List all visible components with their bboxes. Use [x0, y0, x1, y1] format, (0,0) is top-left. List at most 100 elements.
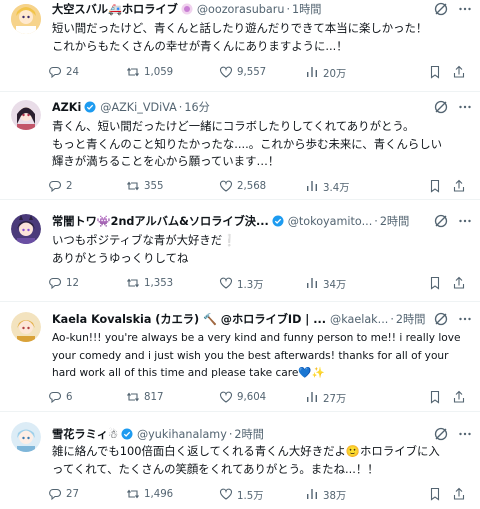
- like-button[interactable]: 9,604: [219, 390, 305, 404]
- display-name[interactable]: AZKi: [52, 101, 81, 114]
- heart-icon: [219, 180, 233, 192]
- tweet[interactable]: Kaela Kovalskia (カエラ) 🔨 @ホロライブID | ... @…: [0, 302, 480, 412]
- tweet-text: 雑に絡んでも100倍面白く返してくれる青くん大好きだよ🙂ホロライブに入 ってくれ…: [52, 443, 466, 478]
- display-name[interactable]: 大空スバル🚑ホロライブ: [52, 1, 178, 17]
- heart-icon: [219, 66, 233, 78]
- reply-button[interactable]: 27: [48, 487, 126, 501]
- grok-icon[interactable]: [434, 427, 448, 441]
- retweet-button[interactable]: 1,353: [126, 276, 219, 290]
- display-name[interactable]: Kaela Kovalskia (カエラ) 🔨 @ホロライブID | ...: [52, 311, 326, 327]
- avatar[interactable]: [11, 422, 41, 452]
- tweet-header: AZKi @AZKi_VDiVA · 16分: [52, 98, 472, 116]
- more-options-icon[interactable]: [458, 100, 472, 114]
- views-icon: [307, 278, 317, 288]
- tweet-feed: 大空スバル🚑ホロライブ @oozorasubaru · 1時間 短い間だったけど…: [0, 0, 480, 509]
- grok-icon[interactable]: [434, 100, 448, 114]
- view-count: 20万: [323, 68, 347, 80]
- retweet-count: 1,059: [144, 66, 174, 78]
- bookmark-icon[interactable]: [428, 390, 442, 404]
- views-button[interactable]: 27万: [305, 390, 385, 405]
- timestamp[interactable]: 2時間: [380, 213, 410, 229]
- views-button[interactable]: 38万: [305, 487, 385, 502]
- reply-button[interactable]: 2: [48, 179, 126, 193]
- share-icon[interactable]: [452, 65, 466, 79]
- tweet-actions: 6 817 9,604 27万: [48, 389, 466, 405]
- tweet[interactable]: AZKi @AZKi_VDiVA · 16分 青くん、短い間だったけど一緒にコラ…: [0, 92, 480, 200]
- retweet-button[interactable]: 1,496: [126, 487, 219, 501]
- reply-icon: [49, 391, 62, 404]
- avatar[interactable]: [11, 312, 41, 342]
- more-options-icon[interactable]: [458, 214, 472, 228]
- bookmark-icon[interactable]: [428, 179, 442, 193]
- retweet-icon: [127, 67, 139, 77]
- like-count: 2,568: [237, 180, 267, 192]
- like-button[interactable]: 1.3万: [219, 276, 305, 291]
- more-options-icon[interactable]: [458, 2, 472, 16]
- tweet-line: もっと青くんのこと知りたかったな....。これから歩む未来に、青くんらしい: [52, 136, 443, 151]
- bookmark-icon[interactable]: [428, 276, 442, 290]
- tweet-line: いつもポジティブな青が大好きだ❕: [52, 233, 237, 247]
- like-count: 9,557: [237, 66, 267, 78]
- retweet-icon: [127, 181, 139, 191]
- reply-button[interactable]: 12: [48, 276, 126, 290]
- tweet-line: ってくれて、たくさんの笑顔をくれてありがとう。またね...！！: [52, 461, 379, 476]
- share-icon[interactable]: [452, 487, 466, 501]
- reply-button[interactable]: 6: [48, 390, 126, 404]
- retweet-icon: [127, 278, 139, 288]
- display-name[interactable]: 常闇トワ👾2ndアルバム&ソロライブ決...: [52, 213, 269, 229]
- timestamp[interactable]: 2時間: [234, 426, 264, 442]
- share-icon[interactable]: [452, 390, 466, 404]
- reply-button[interactable]: 24: [48, 65, 126, 79]
- views-button[interactable]: 3.4万: [305, 179, 385, 194]
- user-handle[interactable]: @tokoyamito...: [288, 215, 373, 228]
- avatar[interactable]: [11, 100, 41, 130]
- user-handle[interactable]: @yukihanalamy: [137, 428, 227, 441]
- separator: ·: [374, 214, 378, 228]
- tweet-line: your comedy and i just wish you the best…: [52, 349, 449, 362]
- views-button[interactable]: 20万: [305, 65, 385, 80]
- like-button[interactable]: 1.5万: [219, 487, 305, 502]
- more-options-icon[interactable]: [458, 427, 472, 441]
- user-handle[interactable]: @kaelak...: [330, 313, 388, 326]
- user-handle[interactable]: @AZKi_VDiVA: [100, 101, 177, 114]
- avatar[interactable]: [11, 4, 41, 34]
- share-icon[interactable]: [452, 276, 466, 290]
- retweet-button[interactable]: 817: [126, 390, 219, 404]
- timestamp[interactable]: 16分: [184, 99, 209, 115]
- separator: ·: [228, 427, 233, 441]
- more-options-icon[interactable]: [458, 312, 472, 326]
- grok-icon[interactable]: [434, 214, 448, 228]
- tweet[interactable]: 大空スバル🚑ホロライブ @oozorasubaru · 1時間 短い間だったけど…: [0, 0, 480, 92]
- avatar[interactable]: [11, 214, 41, 244]
- user-handle[interactable]: @oozorasubaru: [197, 3, 285, 16]
- like-count: 1.3万: [237, 279, 264, 291]
- reply-icon: [49, 277, 62, 290]
- tweet-line: Ao-kun!!! you're always be a very kind a…: [52, 332, 461, 344]
- retweet-count: 1,496: [144, 488, 174, 500]
- tweet[interactable]: 雪花ラミィ☃ @yukihanalamy · 2時間 雑に絡んでも100倍面白く…: [0, 412, 480, 509]
- bookmark-icon[interactable]: [428, 65, 442, 79]
- like-button[interactable]: 2,568: [219, 179, 305, 193]
- tweet-actions: 24 1,059 9,557 20万: [48, 64, 466, 80]
- tweet-actions: 2 355 2,568 3.4万: [48, 178, 466, 194]
- retweet-button[interactable]: 1,059: [126, 65, 219, 79]
- view-count: 3.4万: [323, 182, 350, 194]
- grok-icon[interactable]: [434, 312, 448, 326]
- reply-icon: [49, 180, 62, 193]
- share-icon[interactable]: [452, 179, 466, 193]
- display-name[interactable]: 雪花ラミィ☃: [52, 426, 118, 442]
- retweet-button[interactable]: 355: [126, 179, 219, 193]
- tweet-text: 短い間だったけど、青くんと話したり遊んだりできて本当に楽しかった！ これからもた…: [52, 20, 466, 55]
- tweet-actions: 27 1,496 1.5万 38万: [48, 486, 466, 502]
- timestamp[interactable]: 1時間: [292, 1, 322, 17]
- tweet-text: 青くん、短い間だったけど一緒にコラボしたりしてくれてありがとう。 もっと青くんの…: [52, 118, 466, 171]
- grok-icon[interactable]: [434, 2, 448, 16]
- tweet[interactable]: 常闇トワ👾2ndアルバム&ソロライブ決... @tokoyamito... · …: [0, 200, 480, 302]
- timestamp[interactable]: 2時間: [396, 311, 426, 327]
- like-button[interactable]: 9,557: [219, 65, 305, 79]
- tweet-line: 雑に絡んでも100倍面白く返してくれる青くん大好きだよ🙂ホロライブに入: [52, 444, 440, 458]
- bookmark-icon[interactable]: [428, 487, 442, 501]
- reply-count: 27: [66, 488, 79, 500]
- reply-count: 24: [66, 66, 79, 78]
- views-button[interactable]: 34万: [305, 276, 385, 291]
